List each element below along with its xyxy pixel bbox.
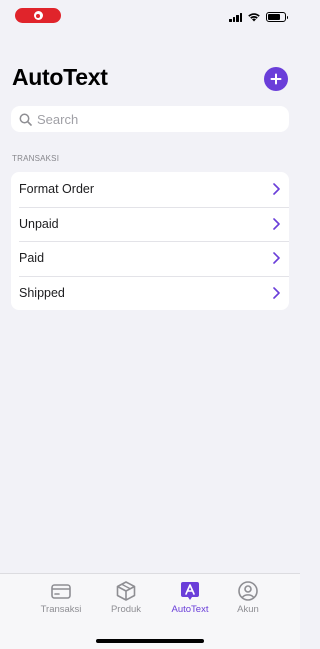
credit-card-icon <box>51 584 71 599</box>
chevron-right-icon <box>273 217 280 230</box>
plus-icon <box>270 73 282 85</box>
list-item-label: Unpaid <box>19 216 59 231</box>
page-title: AutoText <box>12 64 108 90</box>
tab-autotext[interactable]: AutoText <box>160 580 220 615</box>
record-dot <box>33 11 43 20</box>
autotext-icon <box>181 582 199 600</box>
box-icon <box>116 581 136 601</box>
list-card: Format Order Unpaid Paid Shipped <box>11 172 289 310</box>
tab-label: Transaksi <box>40 604 82 615</box>
add-button[interactable] <box>264 67 288 91</box>
battery-level <box>268 14 280 20</box>
search-bar[interactable] <box>11 106 289 132</box>
home-indicator[interactable] <box>96 639 204 643</box>
recording-indicator-icon[interactable] <box>15 8 61 23</box>
list-item-label: Format Order <box>19 182 95 197</box>
list-item-label: Shipped <box>19 285 65 300</box>
list-item-shipped[interactable]: Shipped <box>11 275 289 311</box>
wifi-icon <box>248 13 260 22</box>
tab-akun[interactable]: Akun <box>218 580 278 615</box>
list-item-paid[interactable]: Paid <box>11 241 289 276</box>
tab-label: Akun <box>237 604 259 615</box>
tab-label: Produk <box>110 604 142 615</box>
person-circle-icon <box>238 581 258 601</box>
chevron-right-icon <box>273 252 280 265</box>
battery-icon <box>266 12 288 22</box>
section-header: TRANSAKSI <box>12 154 60 163</box>
tab-produk[interactable]: Produk <box>96 580 156 615</box>
tab-bar: Transaksi Produk AutoText Akun <box>0 573 300 649</box>
chevron-right-icon <box>273 286 280 299</box>
status-icons <box>229 11 288 23</box>
tab-transaksi[interactable]: Transaksi <box>31 580 91 615</box>
signal-icon <box>229 12 242 22</box>
search-input[interactable] <box>37 111 277 127</box>
list-item-unpaid[interactable]: Unpaid <box>11 206 289 242</box>
list-item-label: Paid <box>19 251 45 266</box>
tab-label: AutoText <box>171 604 209 615</box>
status-bar <box>0 0 300 34</box>
magnifier-icon <box>19 113 32 126</box>
chevron-right-icon <box>273 183 280 196</box>
list-item-format-order[interactable]: Format Order <box>11 172 289 207</box>
